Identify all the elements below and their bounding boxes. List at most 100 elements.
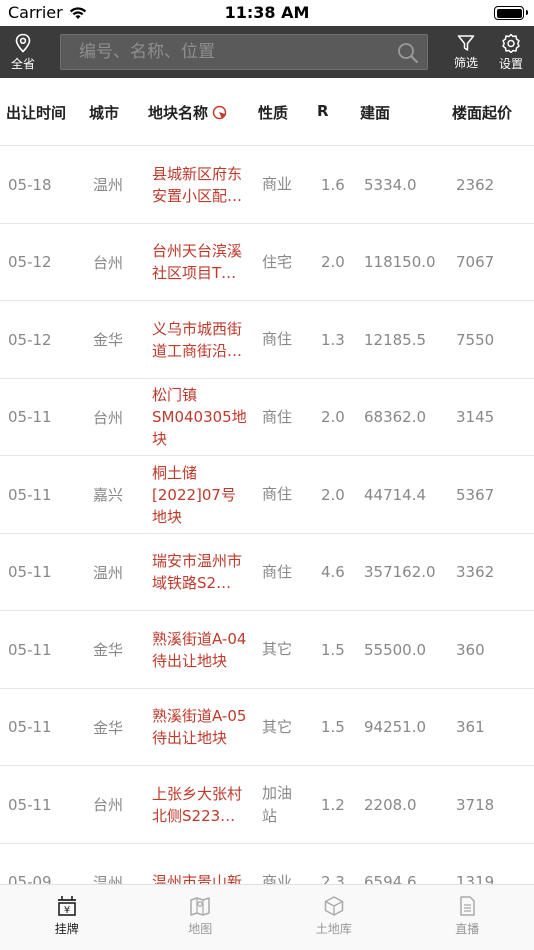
row-price: 360 — [456, 640, 485, 659]
row-city: 金华 — [93, 331, 124, 349]
table-row[interactable]: 05-11 金华 熟溪街道A-05待出让地块 其它 1.5 94251.0 36… — [0, 689, 534, 766]
row-price: 2362 — [456, 175, 495, 194]
row-kind: 加油站 — [262, 783, 293, 825]
tab-listing-label: 挂牌 — [54, 922, 79, 936]
row-area: 68362.0 — [364, 408, 427, 426]
row-area: 44714.4 — [364, 485, 427, 504]
row-area: 2208.0 — [364, 795, 417, 814]
region-selector[interactable]: 全省 — [0, 26, 46, 78]
row-name[interactable]: 熟溪街道A-05待出让地块 — [152, 689, 250, 766]
row-kind: 商业 — [262, 872, 293, 885]
row-kind: 住宅 — [262, 252, 293, 271]
region-label: 全省 — [10, 56, 35, 71]
search-icon[interactable] — [397, 42, 419, 64]
row-r: 2.0 — [321, 408, 345, 426]
row-date: 05-09 — [8, 873, 52, 884]
row-kind: 商住 — [262, 562, 293, 581]
table-row[interactable]: 05-12 台州 台州天台滨溪社区项目T… 住宅 2.0 118150.0 70… — [0, 224, 534, 301]
row-date: 05-11 — [8, 408, 52, 426]
column-header-date[interactable]: 出让时间 — [6, 102, 66, 123]
tab-land-library[interactable]: 土地库 — [267, 885, 401, 950]
table-row[interactable]: 05-18 温州 县城新区府东安置小区配… 商业 1.6 5334.0 2362 — [0, 146, 534, 224]
row-r: 1.5 — [321, 718, 345, 736]
row-price: 1319 — [456, 873, 495, 884]
row-name[interactable]: 熟溪街道A-04待出让地块 — [152, 611, 250, 688]
row-r: 1.5 — [321, 640, 345, 659]
battery-icon — [494, 6, 528, 20]
row-name[interactable]: 上张乡大张村北侧S223… — [152, 766, 250, 843]
row-r: 4.6 — [321, 563, 345, 581]
document-icon — [460, 896, 475, 916]
column-header-name[interactable]: 地块名称 — [148, 102, 228, 123]
row-city: 台州 — [93, 796, 124, 814]
row-r: 2.0 — [321, 485, 345, 504]
row-name[interactable]: 县城新区府东安置小区配… — [152, 146, 250, 223]
row-name[interactable]: 台州天台滨溪社区项目T… — [152, 224, 250, 301]
row-city: 台州 — [93, 253, 124, 272]
row-area: 6594.6 — [364, 873, 417, 884]
table-row[interactable]: 05-11 金华 熟溪街道A-04待出让地块 其它 1.5 55500.0 36… — [0, 611, 534, 689]
tab-live-label: 直播 — [455, 922, 480, 936]
row-name[interactable]: 桐土储[2022]07号地块 — [152, 456, 250, 533]
map-icon — [190, 897, 210, 916]
settings-button[interactable]: 设置 — [491, 26, 531, 78]
tab-live[interactable]: 直播 — [401, 885, 534, 950]
column-header-r[interactable]: R — [317, 102, 329, 120]
column-header-kind[interactable]: 性质 — [258, 102, 288, 123]
row-date: 05-11 — [8, 718, 52, 736]
row-price: 7067 — [456, 253, 495, 271]
column-header-city[interactable]: 城市 — [89, 102, 119, 123]
row-date: 05-12 — [8, 253, 52, 271]
row-kind: 商住 — [262, 485, 293, 503]
tab-land-library-label: 土地库 — [315, 922, 352, 936]
column-header-area[interactable]: 建面 — [360, 102, 390, 123]
status-bar: Carrier 11:38 AM — [0, 0, 534, 26]
table-row[interactable]: 05-09 温州 温州市景山新 商业 2.3 6594.6 1319 — [0, 844, 534, 885]
row-name[interactable]: 瑞安市温州市域铁路S2… — [152, 534, 250, 611]
row-price: 3362 — [456, 563, 495, 581]
tab-map[interactable]: 地图 — [134, 885, 268, 950]
row-price: 361 — [456, 718, 485, 736]
row-date: 05-11 — [8, 640, 52, 659]
tab-bar: ¥ 挂牌 地图 土地库 直播 — [0, 884, 534, 950]
filter-button[interactable]: 筛选 — [446, 26, 486, 78]
row-city: 嘉兴 — [93, 486, 124, 504]
row-kind: 商住 — [262, 330, 293, 348]
row-name[interactable]: 温州市景山新 — [152, 844, 250, 884]
row-price: 7550 — [456, 330, 495, 349]
table-row[interactable]: 05-11 温州 瑞安市温州市域铁路S2… 商住 4.6 357162.0 33… — [0, 534, 534, 611]
top-bar: 全省 筛选 设置 — [0, 26, 534, 78]
table-row[interactable]: 05-12 金华 义乌市城西街道工商街沿… 商住 1.3 12185.5 755… — [0, 301, 534, 379]
row-area: 55500.0 — [364, 640, 427, 659]
table-row[interactable]: 05-11 台州 上张乡大张村北侧S223… 加油站 1.2 2208.0 37… — [0, 766, 534, 844]
row-area: 94251.0 — [364, 718, 427, 736]
row-r: 1.6 — [321, 175, 345, 194]
search-input[interactable] — [61, 35, 391, 69]
row-kind: 商业 — [262, 175, 293, 193]
row-city: 温州 — [93, 176, 124, 194]
row-date: 05-18 — [8, 175, 52, 194]
land-list[interactable]: 05-18 温州 县城新区府东安置小区配… 商业 1.6 5334.0 2362… — [0, 146, 534, 884]
row-city: 台州 — [93, 408, 124, 427]
row-r: 2.0 — [321, 253, 345, 271]
row-price: 3145 — [456, 408, 495, 426]
status-time: 11:38 AM — [224, 3, 310, 22]
row-area: 5334.0 — [364, 175, 417, 194]
settings-label: 设置 — [498, 56, 523, 71]
table-row[interactable]: 05-11 台州 松门镇SM040305地块 商住 2.0 68362.0 31… — [0, 379, 534, 456]
search-box[interactable] — [60, 34, 428, 70]
locate-cursor-icon[interactable] — [212, 105, 228, 121]
row-name[interactable]: 义乌市城西街道工商街沿… — [152, 301, 250, 378]
row-name[interactable]: 松门镇SM040305地块 — [152, 379, 250, 456]
row-r: 1.3 — [321, 330, 345, 349]
table-header: 出让时间 城市 地块名称 性质 R 建面 楼面起价 — [0, 78, 534, 146]
filter-label: 筛选 — [453, 55, 478, 70]
tab-listing[interactable]: ¥ 挂牌 — [0, 885, 134, 950]
row-area: 12185.5 — [364, 330, 427, 349]
listing-icon: ¥ — [57, 896, 76, 916]
row-date: 05-12 — [8, 330, 52, 349]
column-header-price[interactable]: 楼面起价 — [452, 102, 512, 123]
row-r: 1.2 — [321, 795, 345, 814]
row-area: 357162.0 — [364, 563, 436, 581]
table-row[interactable]: 05-11 嘉兴 桐土储[2022]07号地块 商住 2.0 44714.4 5… — [0, 456, 534, 534]
